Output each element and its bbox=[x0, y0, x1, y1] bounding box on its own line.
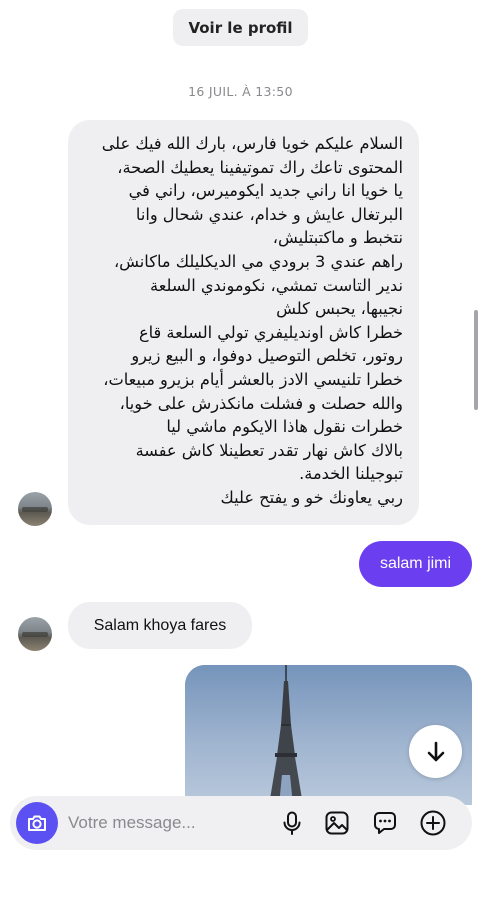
message-line: خطرا تلنيسي الادز بالعشر أيام بزيرو مبيع… bbox=[103, 369, 403, 389]
gallery-button[interactable] bbox=[322, 808, 352, 838]
sender-avatar[interactable] bbox=[18, 492, 52, 526]
message-input[interactable] bbox=[68, 810, 268, 836]
view-profile-button[interactable]: Voir le profil bbox=[173, 9, 308, 46]
chat-bubble-icon bbox=[374, 812, 396, 834]
message-line: خطرات نقول هاذا الايكوم ماشي ليا bbox=[166, 417, 403, 437]
message-line: ندير التاست تمشي، نكوموندي السلعة bbox=[150, 275, 403, 295]
incoming-message-bubble[interactable]: السلام عليكم خويا فارس، بارك الله فيك عل… bbox=[68, 120, 419, 525]
message-line: نتخبط و ماكتبتليش، bbox=[272, 228, 403, 248]
message-line: روتور، تخلص التوصيل دوفوا، و البيع زيرو bbox=[131, 346, 403, 366]
message-line: نجيبها، يحبس كلش bbox=[276, 299, 403, 319]
incoming-message-bubble[interactable]: Salam khoya fares bbox=[68, 602, 252, 649]
sticker-button[interactable] bbox=[370, 808, 400, 838]
outgoing-message-bubble[interactable]: salam jimi bbox=[359, 541, 472, 587]
scrollbar-thumb[interactable] bbox=[474, 310, 478, 410]
add-attachment-button[interactable] bbox=[418, 808, 448, 838]
message-line: تبوجيلنا الخدمة. bbox=[299, 464, 403, 484]
plus-circle-icon bbox=[420, 810, 446, 836]
sender-avatar[interactable] bbox=[18, 617, 52, 651]
message-line: والله حصلت و فشلت مانكذرش على خويا، bbox=[119, 393, 403, 413]
message-line: البرتغال عايش و خدام، عندي شحال وانا bbox=[135, 204, 403, 224]
message-line: المحتوى تاعك راك تموتيفينا يعطيك الصحة، bbox=[117, 157, 403, 177]
camera-icon bbox=[28, 815, 46, 831]
microphone-icon bbox=[283, 811, 301, 835]
voice-message-button[interactable] bbox=[277, 808, 307, 838]
message-line: ربي يعاونك خو و يفتح عليك bbox=[220, 487, 403, 507]
scroll-to-bottom-button[interactable] bbox=[409, 725, 462, 778]
message-line: بالاك كاش نهار تقدر تعطينلا كاش عفسة bbox=[135, 440, 403, 460]
image-icon bbox=[325, 811, 349, 835]
message-line: يا خويا انا راني جديد ايكوميرس، راني في bbox=[128, 181, 403, 201]
message-line: خطرا كاش اونديليفري تولي السلعة قاع bbox=[138, 322, 403, 342]
camera-button[interactable] bbox=[16, 802, 58, 844]
message-line: السلام عليكم خويا فارس، بارك الله فيك عل… bbox=[101, 134, 403, 153]
arrow-down-icon bbox=[427, 741, 444, 761]
message-timestamp: 16 JUIL. À 13:50 bbox=[188, 84, 293, 99]
message-line: راهم عندي 3 برودي مي الديكليلك ماكانش، bbox=[113, 251, 403, 271]
message-composer bbox=[10, 796, 472, 850]
